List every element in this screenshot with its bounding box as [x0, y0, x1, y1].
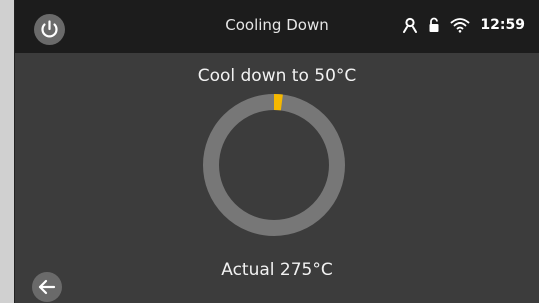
lock-icon	[429, 17, 439, 32]
actual-temperature-label: Actual 275°C	[221, 260, 333, 280]
top-status-bar: Cooling Down 12:59	[15, 0, 539, 53]
status-icons: 12:59	[402, 14, 525, 36]
clock-time: 12:59	[480, 17, 525, 33]
wifi-icon	[451, 18, 470, 33]
arrow-left-icon	[38, 279, 56, 295]
target-temperature-label: Cool down to 50°C	[197, 66, 357, 86]
user-icon	[403, 17, 418, 33]
back-button[interactable]	[32, 272, 62, 302]
device-screen: Cooling Down 12:59 Cool down to 50°C Act…	[14, 0, 539, 303]
ring-track	[203, 94, 345, 236]
progress-ring	[203, 94, 345, 236]
left-frame-strip	[0, 0, 14, 303]
